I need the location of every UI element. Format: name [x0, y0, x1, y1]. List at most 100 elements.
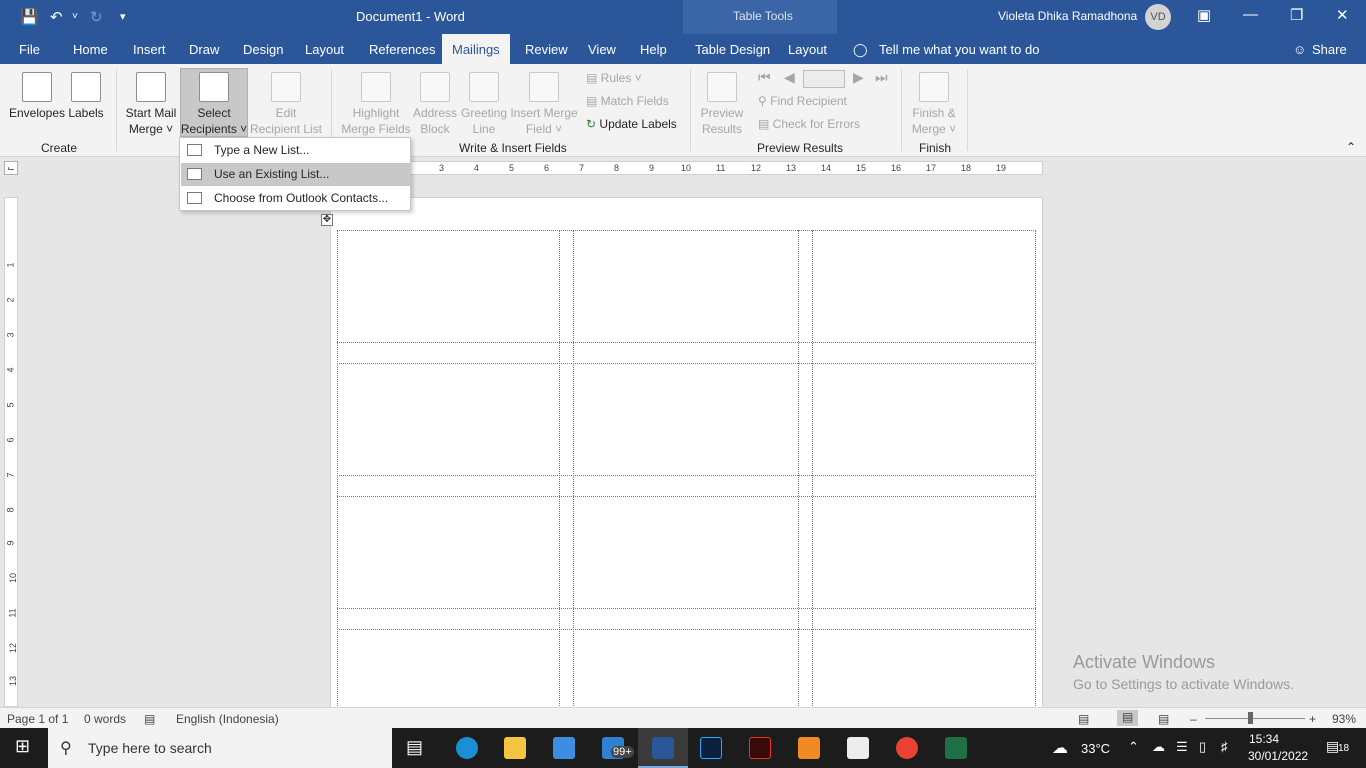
status-bar: Page 1 of 1 0 words ▤ English (Indonesia…: [0, 707, 1366, 728]
flash-icon[interactable]: [749, 737, 771, 759]
new-list-icon: [187, 144, 202, 156]
app-icon[interactable]: [847, 737, 869, 759]
tab-draw[interactable]: Draw: [189, 42, 219, 57]
restore-icon[interactable]: ❐: [1290, 6, 1303, 24]
chevron-up-icon[interactable]: ⌃: [1128, 739, 1139, 755]
tab-help[interactable]: Help: [640, 42, 667, 57]
word-icon[interactable]: [652, 737, 674, 759]
ruler-tick: 15: [856, 163, 867, 173]
menu-item-use-existing-list[interactable]: Use an Existing List...: [181, 163, 410, 186]
file-explorer-icon[interactable]: [504, 737, 526, 759]
edge-icon[interactable]: [456, 737, 478, 759]
edit-list-icon: [271, 72, 301, 102]
tab-insert[interactable]: Insert: [133, 42, 166, 57]
ruler-tick: 16: [891, 163, 902, 173]
wifi-icon[interactable]: ☰: [1176, 739, 1188, 755]
save-icon[interactable]: 💾: [20, 8, 39, 26]
labels-icon: [71, 72, 101, 102]
labels-button[interactable]: Labels: [66, 72, 106, 121]
clock-time[interactable]: 15:34: [1249, 732, 1279, 746]
start-mail-merge-button[interactable]: Start Mail Merge ˅: [123, 72, 179, 137]
tab-review[interactable]: Review: [525, 42, 568, 57]
clock-date[interactable]: 30/01/2022: [1248, 749, 1308, 763]
zoom-slider[interactable]: [1205, 718, 1305, 719]
tab-design[interactable]: Design: [243, 42, 283, 57]
battery-icon[interactable]: ▯: [1199, 739, 1206, 755]
web-layout-icon[interactable]: ▤: [1158, 712, 1169, 726]
tab-layout[interactable]: Layout: [305, 42, 344, 57]
labels-label: Labels: [68, 106, 104, 120]
page-count[interactable]: Page 1 of 1: [7, 712, 68, 726]
tab-home[interactable]: Home: [73, 42, 108, 57]
avatar[interactable]: VD: [1145, 4, 1171, 30]
minimize-icon[interactable]: —: [1243, 6, 1258, 23]
ruler-tick: 2: [5, 297, 16, 303]
preview-results-button: Preview Results: [697, 72, 747, 137]
store-icon[interactable]: [553, 737, 575, 759]
update-labels-button[interactable]: ↻ Update Labels: [586, 117, 677, 131]
tab-mailings[interactable]: Mailings: [442, 34, 510, 64]
excel-icon[interactable]: [945, 737, 967, 759]
undo-icon[interactable]: ↶: [50, 8, 63, 26]
group-finish: Finish: [919, 141, 952, 155]
tell-me-search[interactable]: Tell me what you want to do: [879, 42, 1039, 57]
group-create: Create: [41, 141, 78, 155]
word-count[interactable]: 0 words: [84, 712, 126, 726]
menu-item-type-new-list[interactable]: Type a New List...: [181, 139, 410, 162]
read-mode-icon[interactable]: ▤: [1078, 712, 1089, 726]
taskbar-search[interactable]: ⚲ Type here to search: [48, 728, 392, 768]
envelopes-button[interactable]: Envelopes: [8, 72, 66, 121]
proofing-icon[interactable]: ▤: [144, 712, 155, 726]
zoom-slider-thumb[interactable]: [1248, 712, 1253, 724]
horizontal-ruler[interactable]: 3 4 5 6 7 8 9 10 11 12 13 14 15 16 17 18…: [329, 161, 1043, 175]
task-view-icon[interactable]: ▤: [406, 737, 423, 758]
ruler-tick: 18: [961, 163, 972, 173]
table-gridline: [337, 475, 1036, 476]
mail-merge-icon: [136, 72, 166, 102]
collapse-ribbon-icon[interactable]: ⌃: [1346, 140, 1356, 154]
ruler-tick: 13: [8, 675, 19, 687]
user-name[interactable]: Violeta Dhika Ramadhona: [998, 9, 1137, 23]
customize-toolbar-icon[interactable]: ▾: [120, 10, 126, 23]
menu-item-outlook-contacts[interactable]: Choose from Outlook Contacts...: [181, 187, 410, 210]
share-button[interactable]: Share: [1312, 42, 1347, 57]
tab-file[interactable]: File: [19, 42, 40, 57]
zoom-out-icon[interactable]: –: [1190, 712, 1197, 726]
photoshop-icon[interactable]: [700, 737, 722, 759]
table-tools-label: Table Tools: [733, 9, 793, 23]
ruler-tick: 6: [5, 437, 16, 443]
share-icon[interactable]: ☺: [1293, 42, 1306, 57]
volume-icon[interactable]: ♯: [1221, 739, 1228, 754]
weather-icon[interactable]: ☁: [1052, 738, 1068, 758]
table-move-handle-icon[interactable]: ✥: [321, 214, 333, 226]
ruler-tick: 8: [5, 507, 16, 513]
undo-dropdown-icon[interactable]: ˅: [72, 11, 78, 22]
preview-label-2: Results: [701, 122, 742, 136]
language[interactable]: English (Indonesia): [176, 712, 279, 726]
close-icon[interactable]: ✕: [1336, 6, 1349, 24]
vertical-ruler[interactable]: 1 2 3 4 5 6 7 8 9 10 11 12 13: [4, 197, 18, 707]
chrome-icon[interactable]: [896, 737, 918, 759]
zoom-level[interactable]: 93%: [1332, 712, 1356, 726]
windows-start-icon[interactable]: ⊞: [15, 736, 30, 757]
tab-selector-icon[interactable]: ⌙: [4, 161, 18, 175]
document-page[interactable]: [330, 197, 1043, 717]
tab-table-design[interactable]: Table Design: [695, 42, 770, 57]
select-recipients-button[interactable]: Select Recipients ˅: [180, 72, 248, 137]
next-record-icon: ▶: [853, 69, 864, 85]
ruler-tick: 11: [716, 163, 726, 173]
temperature[interactable]: 33°C: [1081, 741, 1110, 756]
highlight-merge-fields-button: Highlight Merge Fields: [340, 72, 412, 137]
select-recipients-menu: Type a New List... Use an Existing List.…: [179, 137, 411, 211]
onedrive-icon[interactable]: ☁: [1152, 739, 1165, 755]
ribbon-display-icon[interactable]: ▣: [1197, 6, 1211, 24]
print-layout-icon[interactable]: ▤: [1117, 710, 1139, 726]
zoom-in-icon[interactable]: +: [1309, 712, 1316, 726]
start-mail-label: Start Mail: [125, 106, 177, 120]
ruler-tick: 8: [614, 163, 620, 173]
xampp-icon[interactable]: [798, 737, 820, 759]
tab-references[interactable]: References: [369, 42, 435, 57]
table-gridline: [337, 230, 338, 716]
tab-view[interactable]: View: [588, 42, 616, 57]
tab-table-layout[interactable]: Layout: [788, 42, 827, 57]
